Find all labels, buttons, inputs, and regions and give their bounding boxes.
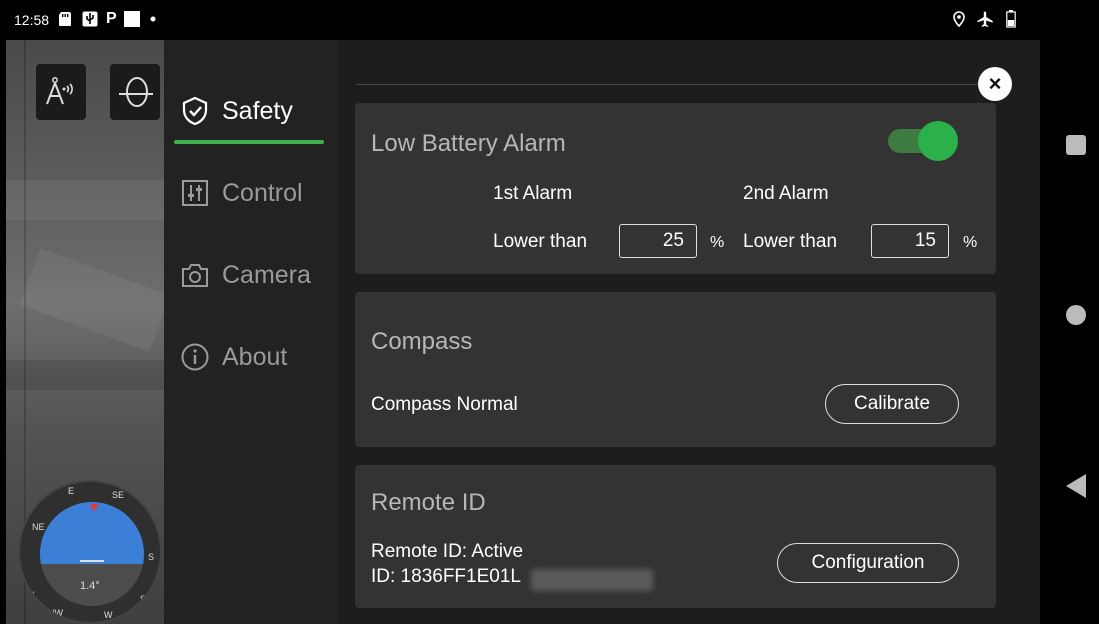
sidebar-item-label: Camera	[222, 260, 311, 289]
divider	[356, 84, 996, 85]
sliders-icon	[180, 178, 210, 208]
usb-icon	[82, 11, 98, 27]
sidebar-item-safety[interactable]: Safety	[180, 96, 293, 126]
compass-letter: SE	[112, 490, 125, 500]
battery-icon	[1006, 10, 1016, 28]
sidebar-item-label: About	[222, 342, 288, 371]
first-alarm-input[interactable]	[619, 224, 697, 258]
card-title: Remote ID	[371, 489, 486, 516]
settings-sidebar: Safety Control Camera About	[164, 40, 338, 624]
recent-apps-icon[interactable]	[1066, 135, 1086, 155]
compass-letter: W	[104, 610, 113, 620]
sidebar-item-control[interactable]: Control	[180, 178, 303, 208]
sidebar-item-label: Safety	[222, 96, 293, 125]
info-icon	[180, 342, 210, 372]
dot-icon	[150, 11, 156, 27]
settings-panel: × Low Battery Alarm 1st Alarm 2nd Alarm …	[338, 40, 1040, 624]
low-battery-card: Low Battery Alarm 1st Alarm 2nd Alarm Lo…	[355, 103, 996, 274]
compass-letter: N	[28, 590, 35, 600]
sd-card-icon	[58, 11, 72, 27]
camera-icon	[180, 260, 210, 290]
attitude-reading: 1.4°	[80, 580, 100, 592]
compass-letter: NW	[48, 608, 63, 618]
status-time: 12:58	[14, 12, 50, 28]
low-battery-toggle[interactable]	[888, 121, 960, 161]
camera-feed: N NE E SE S SW W NW 1.4°	[6, 40, 164, 624]
first-alarm-unit: %	[710, 234, 725, 251]
second-alarm-input[interactable]	[871, 224, 949, 258]
shield-check-icon	[180, 96, 210, 126]
second-alarm-unit: %	[963, 234, 978, 251]
back-icon[interactable]	[1066, 474, 1086, 498]
compass-letter: NE	[32, 522, 45, 532]
close-button[interactable]: ×	[978, 67, 1012, 101]
location-icon	[952, 11, 966, 27]
gimbal-icon	[119, 77, 153, 107]
compass-letter: E	[68, 486, 75, 496]
second-lower-than-label: Lower than	[743, 231, 838, 252]
second-alarm-label: 2nd Alarm	[743, 183, 829, 204]
notification-square-icon	[124, 11, 140, 27]
compass-letter: S	[148, 552, 155, 562]
card-title: Low Battery Alarm	[371, 130, 566, 157]
card-title: Compass	[371, 328, 473, 355]
drone-signal-icon	[46, 77, 73, 105]
remote-signal-button[interactable]	[36, 64, 86, 120]
home-icon[interactable]	[1066, 305, 1086, 325]
first-lower-than-label: Lower than	[493, 231, 588, 252]
remote-id-status: Remote ID: Active	[371, 541, 524, 562]
compass-dial: N NE E SE S SW W NW 1.4°	[18, 480, 162, 624]
horizon-button[interactable]	[110, 64, 160, 120]
sidebar-item-camera[interactable]: Camera	[180, 260, 311, 290]
redacted-id-segment	[531, 569, 653, 591]
compass-card: Compass Compass Normal Calibrate	[355, 292, 996, 447]
compass-status: Compass Normal	[371, 394, 518, 415]
sidebar-item-label: Control	[222, 178, 303, 207]
airplane-mode-icon	[976, 11, 994, 27]
toggle-knob	[918, 121, 958, 161]
system-nav-bar	[1040, 0, 1099, 624]
calibrate-button[interactable]: Calibrate	[825, 384, 959, 424]
first-alarm-label: 1st Alarm	[493, 183, 573, 204]
remote-id-card: Remote ID Remote ID: Active ID: 1836FF1E…	[355, 465, 996, 608]
active-tab-indicator	[174, 140, 324, 144]
sidebar-item-about[interactable]: About	[180, 342, 287, 372]
remote-id-value: ID: 1836FF1E01L	[371, 566, 521, 587]
compass-letter: SW	[140, 594, 155, 604]
parking-icon: P	[106, 10, 117, 27]
configuration-button[interactable]: Configuration	[777, 543, 959, 583]
status-bar: 12:58 P	[0, 0, 1040, 40]
close-icon: ×	[988, 71, 1002, 96]
